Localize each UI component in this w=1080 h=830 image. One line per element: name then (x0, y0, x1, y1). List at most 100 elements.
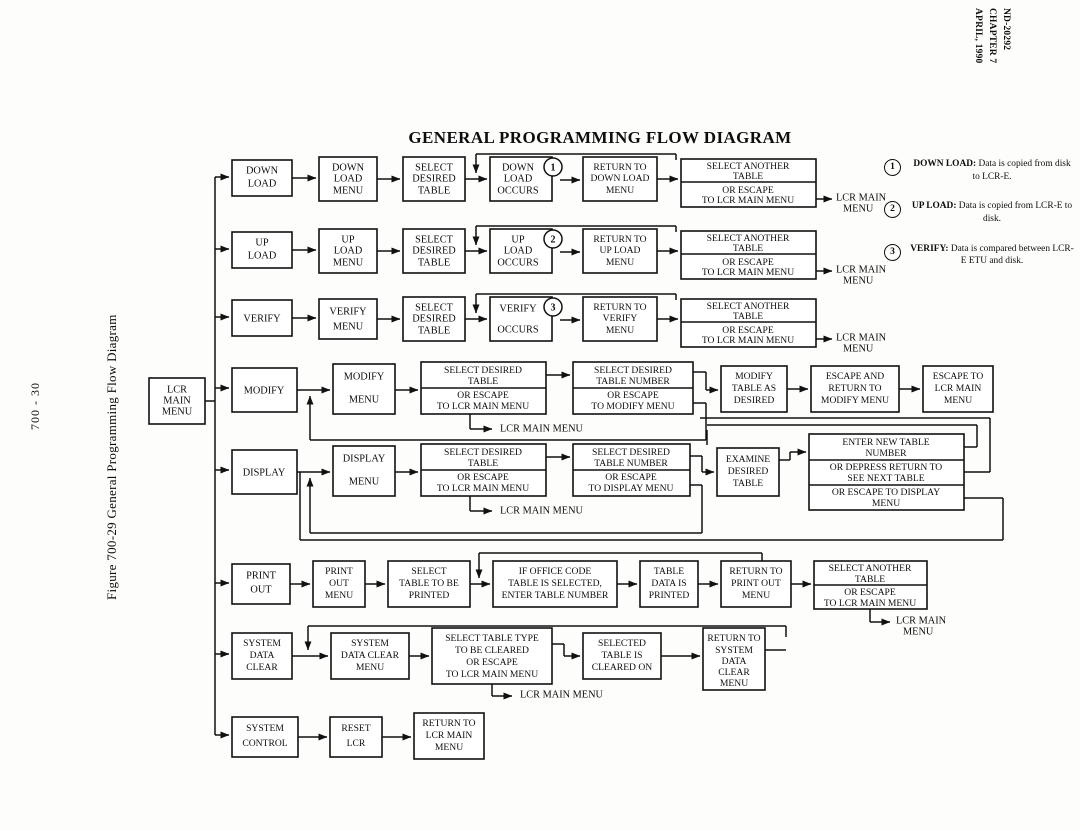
svg-text:TABLE NUMBER: TABLE NUMBER (596, 376, 670, 387)
svg-text:TO LCR MAIN MENU: TO LCR MAIN MENU (702, 335, 794, 346)
svg-text:SELECT DESIRED: SELECT DESIRED (594, 365, 672, 376)
svg-text:TABLE: TABLE (733, 478, 763, 489)
svg-text:TABLE: TABLE (733, 311, 763, 322)
svg-text:2: 2 (551, 234, 556, 245)
svg-text:MODIFY: MODIFY (344, 371, 385, 382)
svg-text:PRINT: PRINT (325, 566, 353, 577)
svg-text:TABLE: TABLE (733, 171, 763, 182)
document-page: ND-20292 CHAPTER 7 APRIL, 1990 Figure 70… (0, 0, 1080, 830)
svg-text:CLEAR: CLEAR (718, 667, 750, 678)
svg-text:MENU: MENU (349, 476, 380, 487)
svg-text:PRINTED: PRINTED (409, 590, 450, 601)
escape-label-print-2: MENU (903, 626, 934, 637)
svg-text:TABLE: TABLE (418, 185, 450, 196)
svg-text:DATA IS: DATA IS (651, 578, 686, 589)
svg-text:MODIFY: MODIFY (244, 385, 285, 396)
svg-text:TABLE IS: TABLE IS (601, 650, 642, 661)
escape-label-system-data-clear: LCR MAIN MENU (520, 689, 604, 700)
svg-text:TO DISPLAY MENU: TO DISPLAY MENU (589, 483, 674, 494)
svg-text:UP: UP (255, 237, 268, 248)
svg-text:DOWN LOAD: DOWN LOAD (591, 173, 650, 184)
svg-text:SELECTED: SELECTED (598, 638, 646, 649)
svg-text:DESIRED: DESIRED (728, 466, 769, 477)
svg-text:IF OFFICE CODE: IF OFFICE CODE (519, 566, 592, 577)
svg-text:DOWN: DOWN (502, 162, 535, 173)
svg-text:MENU: MENU (944, 395, 972, 406)
svg-text:VERIFY: VERIFY (243, 313, 281, 324)
svg-text:OR ESCAPE: OR ESCAPE (466, 657, 518, 668)
legend-body-2: Data is copied from LCR-E to disk. (958, 201, 1073, 225)
svg-text:SELECT: SELECT (415, 302, 453, 313)
svg-text:TABLE: TABLE (654, 566, 684, 577)
svg-text:ESCAPE TO: ESCAPE TO (933, 371, 984, 382)
svg-text:LCR: LCR (347, 738, 366, 749)
svg-text:MENU: MENU (349, 394, 380, 405)
svg-text:MENU: MENU (742, 590, 770, 601)
svg-text:MENU: MENU (162, 406, 193, 417)
legend-badge-3: 3 (884, 243, 901, 261)
svg-text:LCR MAIN: LCR MAIN (935, 383, 982, 394)
svg-text:PRINT: PRINT (246, 570, 276, 581)
svg-text:TABLE: TABLE (733, 243, 763, 254)
svg-text:DATA: DATA (722, 656, 747, 667)
svg-text:TO LCR MAIN MENU: TO LCR MAIN MENU (437, 401, 529, 412)
svg-text:OCCURS: OCCURS (497, 257, 538, 268)
svg-text:MENU: MENU (333, 185, 364, 196)
svg-text:TO LCR MAIN MENU: TO LCR MAIN MENU (824, 598, 916, 609)
legend-title-2: UP LOAD: (911, 201, 957, 212)
svg-text:PRINT OUT: PRINT OUT (731, 578, 781, 589)
svg-text:OR ESCAPE: OR ESCAPE (844, 587, 896, 598)
svg-text:TABLE NUMBER: TABLE NUMBER (594, 458, 668, 469)
svg-text:MENU: MENU (333, 321, 364, 332)
svg-text:OR ESCAPE: OR ESCAPE (457, 472, 509, 483)
svg-text:OR ESCAPE TO DISPLAY: OR ESCAPE TO DISPLAY (832, 487, 940, 498)
svg-text:RESET: RESET (341, 723, 370, 734)
svg-text:MENU: MENU (606, 185, 634, 196)
box-verify-menu[interactable] (318, 298, 378, 340)
svg-text:ENTER NEW TABLE: ENTER NEW TABLE (842, 437, 929, 448)
exit-label-row-1b: MENU (843, 203, 874, 214)
svg-text:RETURN TO: RETURN TO (729, 566, 782, 577)
svg-text:RETURN TO: RETURN TO (422, 718, 475, 729)
svg-text:LOAD: LOAD (334, 245, 363, 256)
svg-text:SELECT: SELECT (415, 234, 453, 245)
svg-text:RETURN TO: RETURN TO (828, 383, 881, 394)
svg-text:RETURN TO: RETURN TO (593, 234, 646, 245)
svg-text:TO LCR MAIN MENU: TO LCR MAIN MENU (702, 267, 794, 278)
svg-text:RETURN TO: RETURN TO (593, 302, 646, 313)
svg-text:OUT: OUT (250, 584, 272, 595)
svg-text:VERIFY: VERIFY (603, 313, 638, 324)
svg-text:OUT: OUT (329, 578, 349, 589)
svg-text:MENU: MENU (325, 590, 353, 601)
svg-text:MAIN: MAIN (163, 395, 191, 406)
svg-text:LCR MAIN: LCR MAIN (426, 730, 473, 741)
svg-text:LCR: LCR (167, 384, 187, 395)
svg-text:SELECT ANOTHER: SELECT ANOTHER (829, 563, 912, 574)
svg-text:SYSTEM: SYSTEM (351, 638, 389, 649)
svg-text:DATA: DATA (250, 650, 275, 661)
escape-label-print-1: LCR MAIN (896, 615, 947, 626)
svg-text:LOAD: LOAD (504, 245, 533, 256)
svg-text:OR ESCAPE: OR ESCAPE (605, 472, 657, 483)
legend-badge-1: 1 (884, 159, 901, 176)
svg-text:OR ESCAPE: OR ESCAPE (457, 390, 509, 401)
svg-text:SEE NEXT TABLE: SEE NEXT TABLE (847, 473, 924, 484)
svg-text:OCCURS: OCCURS (497, 185, 538, 196)
legend-body-3: Data is compared between LCR-E ETU and d… (950, 243, 1074, 267)
svg-text:CLEARED ON: CLEARED ON (592, 662, 653, 673)
svg-text:PRINTED: PRINTED (649, 590, 690, 601)
svg-text:TABLE: TABLE (468, 458, 498, 469)
svg-text:OCCURS: OCCURS (497, 324, 538, 335)
escape-label-display: LCR MAIN MENU (500, 505, 584, 516)
svg-text:EXAMINE: EXAMINE (726, 454, 770, 465)
svg-text:MENU: MENU (606, 325, 634, 336)
exit-label-row-3b: MENU (843, 343, 874, 354)
legend-item-2: 2 UP LOAD: Data is copied from LCR-E to … (884, 200, 1074, 225)
svg-text:TABLE: TABLE (418, 257, 450, 268)
svg-text:TO LCR MAIN MENU: TO LCR MAIN MENU (437, 483, 529, 494)
flow-diagram: LCR MAIN MENU DOWN LOAD DOWN LOAD MENU S… (148, 153, 1004, 760)
svg-text:NUMBER: NUMBER (865, 448, 907, 459)
legend-badge-2: 2 (884, 201, 901, 219)
svg-text:TABLE: TABLE (468, 376, 498, 387)
svg-text:SYSTEM: SYSTEM (246, 723, 284, 734)
